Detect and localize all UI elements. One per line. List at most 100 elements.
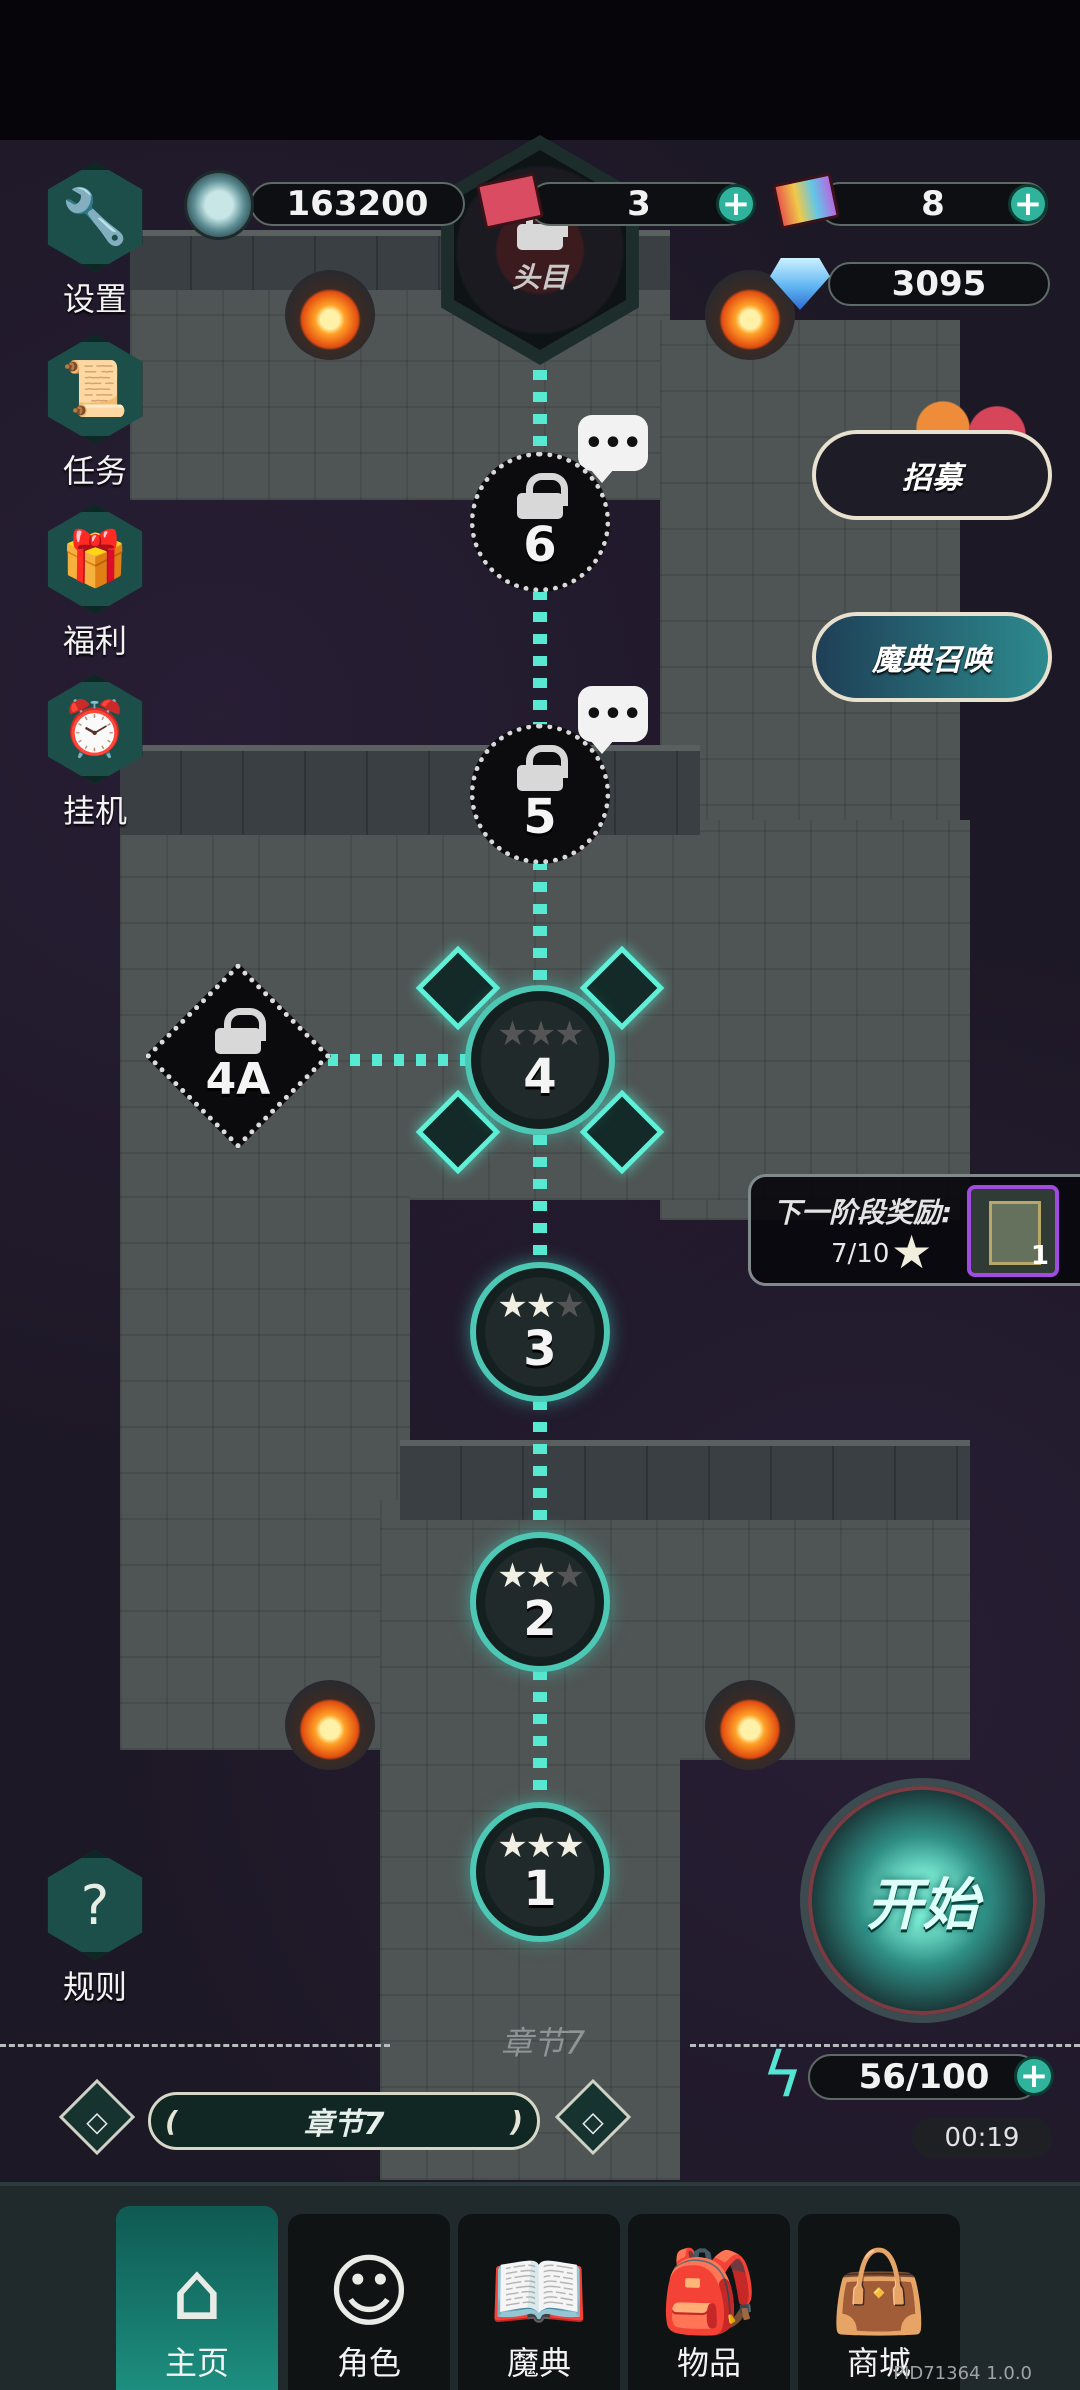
floor-tile-area <box>380 1500 970 1760</box>
stone-wall <box>120 745 700 835</box>
next-chapter-button[interactable]: ◇ <box>566 2094 620 2148</box>
stage-stars: ★★★ <box>497 1013 584 1054</box>
recruit-label: 招募 <box>902 461 962 496</box>
add-energy-button[interactable]: + <box>1014 2056 1054 2096</box>
prev-chapter-button[interactable]: ◇ <box>70 2094 124 2148</box>
status-area <box>0 0 1080 140</box>
tasks-label: 任务 <box>62 452 127 490</box>
welfare-label: 福利 <box>62 622 127 660</box>
nav-label: 主页 <box>164 2344 229 2382</box>
energy-counter: 56/100 <box>808 2054 1040 2100</box>
bottom-nav: ⌂ 主页 ☺ 角色 📖 魔典 🎒 物品 👜 商城 PID71364 1.0.0 <box>0 2182 1080 2390</box>
idle-button[interactable]: ⏰ 挂机 <box>36 674 154 832</box>
stage-node-2[interactable]: ★★★ 2 <box>470 1532 610 1672</box>
settings-label: 设置 <box>62 280 127 318</box>
reward-count: 1 <box>1030 1241 1049 1271</box>
nav-home[interactable]: ⌂ 主页 <box>116 2206 278 2390</box>
coin-icon <box>184 170 254 240</box>
tasks-hex: 📜 <box>47 334 143 444</box>
stage-number: 5 <box>523 788 557 845</box>
welfare-button[interactable]: 🎁 福利 <box>36 504 154 662</box>
scroll-icon: 📜 <box>61 357 129 420</box>
character-icon: ☺ <box>327 2245 411 2338</box>
stage-number: 4 <box>523 1048 557 1105</box>
stage-node-6[interactable]: 6 <box>470 452 610 592</box>
divider <box>0 2044 390 2047</box>
brazier-fire-icon <box>705 1680 795 1770</box>
energy-timer: 00:19 <box>912 2118 1052 2158</box>
stage-path <box>533 1400 547 1530</box>
coin-counter: 163200 <box>250 182 465 226</box>
gift-icon: 🎁 <box>61 527 129 590</box>
nav-label: 魔典 <box>506 2344 571 2382</box>
book-icon: 📖 <box>489 2245 589 2338</box>
nav-label: 角色 <box>336 2344 401 2382</box>
stage-number: 4A <box>205 1053 271 1105</box>
stage-path <box>533 590 547 730</box>
gem-counter: 3095 <box>828 262 1050 306</box>
chapter-selector[interactable]: 章节7 <box>148 2092 540 2150</box>
add-ticket-button[interactable]: + <box>716 184 756 224</box>
start-button[interactable]: 开始 <box>800 1778 1045 2023</box>
stage-path <box>533 1670 547 1800</box>
floor-tile-area <box>120 1180 410 1750</box>
stage-path <box>533 1135 547 1260</box>
lock-icon <box>517 472 568 519</box>
stage-node-5[interactable]: 5 <box>470 724 610 864</box>
reward-progress: 7/10 <box>831 1239 890 1269</box>
rules-button[interactable]: ? 规则 <box>36 1850 154 2008</box>
lightning-icon: ϟ <box>762 2038 803 2111</box>
recruit-button[interactable]: 招募 <box>812 430 1052 520</box>
stage-path <box>533 860 547 980</box>
chapter-ghost-label: 章节7 <box>500 2024 586 2062</box>
start-label: 开始 <box>866 1873 979 1938</box>
shop-bag-icon: 👜 <box>829 2245 929 2338</box>
idle-hex: ⏰ <box>47 674 143 784</box>
chat-bubble-icon[interactable]: ••• <box>578 415 648 483</box>
tasks-button[interactable]: 📜 任务 <box>36 334 154 492</box>
settings-button[interactable]: 🔧 设置 <box>36 162 154 320</box>
brazier-fire-icon <box>285 1680 375 1770</box>
stage-stars: ★★★ <box>497 1555 584 1596</box>
stage-node-1[interactable]: ★★★ 1 <box>470 1802 610 1942</box>
lock-icon <box>517 744 568 791</box>
nav-label: 物品 <box>676 2344 741 2382</box>
next-stage-reward-panel[interactable]: 下一阶段奖励: 7/10 ★ 1 <box>748 1174 1080 1286</box>
grimoire-summon-button[interactable]: 魔典召唤 <box>812 612 1052 702</box>
build-version: PID71364 1.0.0 <box>893 2363 1032 2384</box>
branch-path <box>310 1054 470 1066</box>
star-icon: ★ <box>891 1225 933 1279</box>
lock-icon <box>215 1007 266 1054</box>
settings-hex: 🔧 <box>47 162 143 272</box>
add-rainbow-ticket-button[interactable]: + <box>1008 184 1048 224</box>
brazier-fire-icon <box>285 270 375 360</box>
nav-items[interactable]: 🎒 物品 <box>628 2214 790 2390</box>
stage-node-4[interactable]: ★★★ 4 <box>465 985 615 1135</box>
home-icon: ⌂ <box>171 2245 223 2338</box>
grimoire-summon-label: 魔典召唤 <box>872 643 992 678</box>
stage-stars: ★★★ <box>497 1285 584 1326</box>
sleep-clock-icon: ⏰ <box>61 697 129 760</box>
wrench-icon: 🔧 <box>61 185 129 248</box>
question-icon: ? <box>80 1873 110 1937</box>
backpack-icon: 🎒 <box>659 2245 759 2338</box>
reward-item-slot[interactable]: 1 <box>967 1185 1059 1277</box>
chat-bubble-icon[interactable]: ••• <box>578 686 648 754</box>
rules-hex: ? <box>47 1850 143 1960</box>
stage-stars: ★★★ <box>497 1825 584 1866</box>
boss-label: 头目 <box>511 261 568 294</box>
nav-grimoire[interactable]: 📖 魔典 <box>458 2214 620 2390</box>
stage-node-3[interactable]: ★★★ 3 <box>470 1262 610 1402</box>
nav-character[interactable]: ☺ 角色 <box>288 2214 450 2390</box>
stage-number: 3 <box>523 1320 557 1377</box>
idle-label: 挂机 <box>62 792 127 830</box>
divider <box>690 2044 1080 2047</box>
stage-path <box>533 370 547 460</box>
side-stage-4a[interactable]: 4A <box>172 990 304 1122</box>
stage-number: 6 <box>523 516 557 573</box>
chapter-label: 章节7 <box>303 2107 385 2142</box>
stage-number: 1 <box>523 1860 557 1917</box>
stage-number: 2 <box>523 1590 557 1647</box>
welfare-hex: 🎁 <box>47 504 143 614</box>
rules-label: 规则 <box>62 1968 127 2006</box>
